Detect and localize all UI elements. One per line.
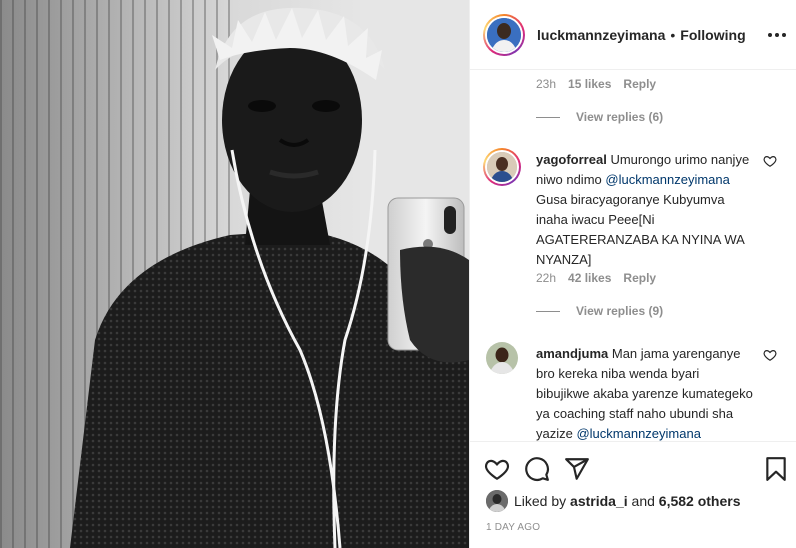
post-photo-image <box>0 0 469 548</box>
author-username[interactable]: luckmannzeyimana <box>537 27 665 43</box>
comment-username[interactable]: yagoforreal <box>536 152 607 167</box>
comment-likes[interactable]: 42 likes <box>568 271 611 285</box>
liked-by-middle: and <box>631 493 655 509</box>
commenter-photo <box>487 152 517 182</box>
commenter-avatar-inner <box>485 150 519 184</box>
view-replies-label: View replies (6) <box>576 110 664 124</box>
replies-divider <box>536 116 560 118</box>
likes-count[interactable]: 6,582 others <box>659 493 741 509</box>
heart-icon[interactable] <box>484 456 510 482</box>
more-dot <box>775 33 779 37</box>
reply-button[interactable]: Reply <box>623 271 656 285</box>
header-separator: • <box>670 26 676 43</box>
post-side-panel: luckmannzeyimana • Following 23h 15 like… <box>469 0 796 548</box>
author-avatar-inner <box>485 15 523 54</box>
comment-time: 23h <box>536 77 557 91</box>
comment-text: yagoforreal Umurongo urimo nanjye niwo n… <box>536 150 756 270</box>
comment-icon[interactable] <box>524 456 550 482</box>
comment-meta: 22h 42 likes Reply <box>536 271 656 285</box>
commenter-photo <box>486 342 518 374</box>
comment-meta: 23h 15 likes Reply <box>536 77 656 91</box>
comment-like-heart-icon[interactable] <box>763 154 777 168</box>
comment-likes[interactable]: 15 likes <box>568 77 611 91</box>
follow-status[interactable]: Following <box>680 27 745 43</box>
author-photo <box>487 17 521 52</box>
bookmark-icon[interactable] <box>763 456 789 482</box>
reply-button[interactable]: Reply <box>623 77 656 91</box>
author-avatar-image <box>487 17 521 52</box>
post-photo[interactable] <box>0 0 469 548</box>
comment-time: 22h <box>536 271 557 285</box>
comment-mention[interactable]: @luckmannzeyimana <box>576 426 700 441</box>
view-replies-button[interactable]: View replies (6) <box>536 110 663 124</box>
post-header: luckmannzeyimana • Following <box>470 0 796 70</box>
commenter-avatar-image <box>487 152 517 182</box>
comments-list[interactable]: 23h 15 likes Reply View replies (6) yago… <box>470 71 796 441</box>
comment-username[interactable]: amandjuma <box>536 346 608 361</box>
comment-body-rest: Gusa biracyagoranye Kubyumva inaha iwacu… <box>536 192 745 267</box>
more-dot <box>768 33 772 37</box>
replies-divider <box>536 310 560 312</box>
liked-by-user[interactable]: astrida_i <box>570 493 628 509</box>
comment-mention[interactable]: @luckmannzeyimana <box>605 172 729 187</box>
post-actions: Liked by astrida_i and 6,582 others 1 DA… <box>470 441 796 548</box>
comment-item: amandjuma Man jama yarenganye bro kereka… <box>470 342 796 441</box>
liked-by-avatar[interactable] <box>486 490 508 512</box>
paper-plane-icon[interactable] <box>564 456 590 482</box>
comment-like-heart-icon[interactable] <box>763 348 777 362</box>
more-dot <box>782 33 786 37</box>
instagram-post-modal: luckmannzeyimana • Following 23h 15 like… <box>0 0 796 548</box>
author-avatar[interactable] <box>483 13 525 56</box>
more-horizontal-icon[interactable] <box>767 26 787 44</box>
comment-text: amandjuma Man jama yarenganye bro kereka… <box>536 344 756 441</box>
liked-by-prefix: Liked by <box>514 493 567 509</box>
view-replies-label: View replies (9) <box>576 304 664 318</box>
liked-by: Liked by astrida_i and 6,582 others <box>486 490 741 512</box>
post-timestamp[interactable]: 1 DAY AGO <box>486 522 540 533</box>
commenter-avatar[interactable] <box>483 148 521 186</box>
commenter-avatar[interactable] <box>486 342 518 374</box>
liked-by-photo <box>486 490 508 512</box>
view-replies-button[interactable]: View replies (9) <box>536 304 663 318</box>
